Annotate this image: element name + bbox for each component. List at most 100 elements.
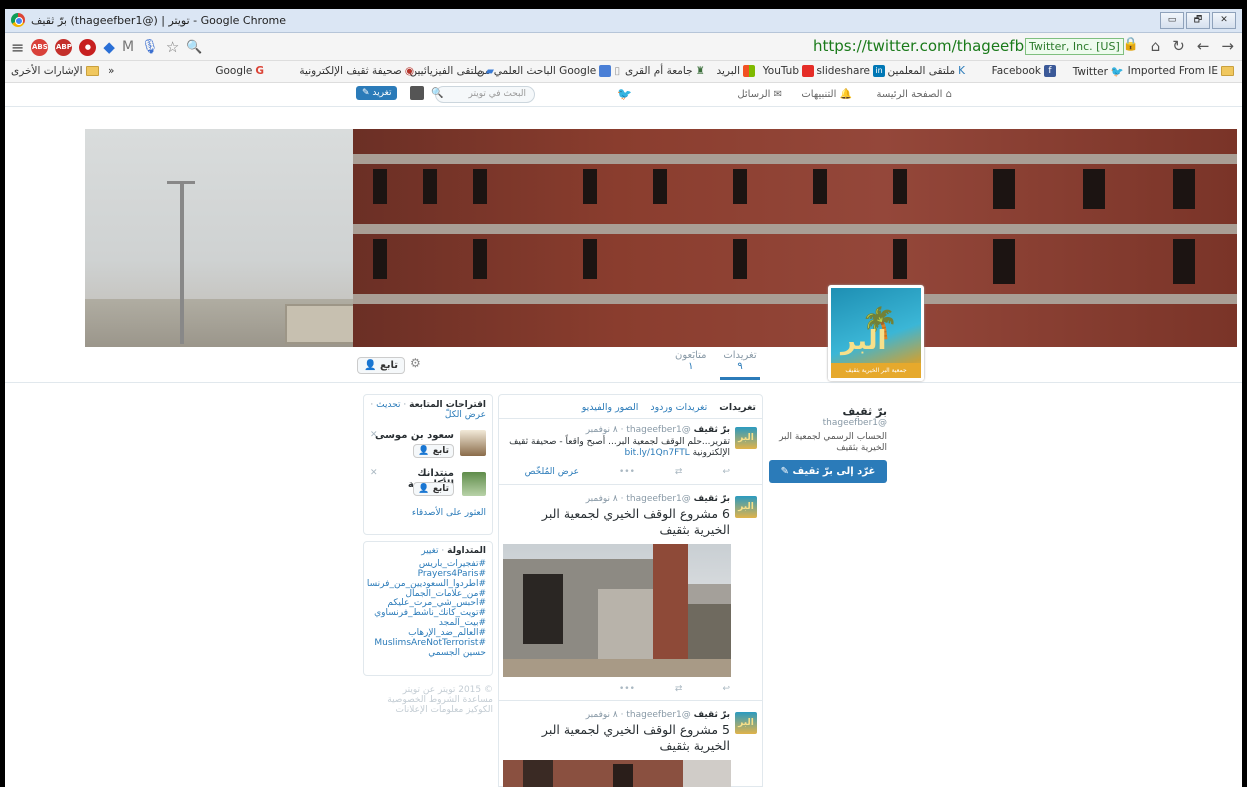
tweet-button[interactable]: تغريد ✎ bbox=[356, 86, 398, 100]
tweet-author[interactable]: برّ ثقيف bbox=[694, 710, 730, 720]
profile-name[interactable]: برّ ثقيف bbox=[769, 405, 887, 418]
twitter-logo-icon[interactable]: 🐦 bbox=[617, 87, 632, 101]
close-button[interactable]: ✕ bbox=[1212, 12, 1236, 29]
adblock-plus-icon[interactable]: ABP bbox=[55, 38, 73, 56]
tweet-avatar[interactable]: البر bbox=[735, 712, 757, 734]
tweet-photo[interactable] bbox=[503, 760, 731, 787]
find-friends-link[interactable]: العثور على الأصدقاء bbox=[370, 508, 486, 518]
bookmark-physics[interactable]: ملتقى الفيزيائيين ▰ bbox=[409, 65, 494, 77]
nav-notifications-label: التنبيهات bbox=[801, 89, 837, 100]
building-window bbox=[473, 169, 487, 204]
bookmark-slideshare[interactable]: slideshare in bbox=[816, 65, 885, 77]
tweet-avatar[interactable]: البر bbox=[735, 427, 757, 449]
bookmark-umm-alqura[interactable]: جامعة أم القرى ♜ bbox=[625, 65, 705, 77]
nav-home[interactable]: ⌂ الصفحة الرئيسة bbox=[876, 89, 952, 100]
bookmark-youtube[interactable]: YouTub bbox=[763, 65, 814, 77]
tweet-header: برّ ثقيف @thageefber1 · ٨ نوفمبر bbox=[585, 425, 730, 435]
tweet-handle[interactable]: @thageefber1 bbox=[626, 494, 690, 504]
tweet-avatar[interactable]: البر bbox=[735, 496, 757, 518]
mail-checker-icon[interactable]: M bbox=[122, 39, 134, 55]
view-summary-link[interactable]: عرض المُلخّص bbox=[525, 467, 579, 477]
bookmark-thaqif[interactable]: صحيفة ثقيف الإلكترونية ◉ bbox=[299, 65, 414, 77]
back-icon[interactable]: ← bbox=[1197, 37, 1210, 55]
tweet-to-label: غرّد إلى برّ ثقيف bbox=[792, 465, 876, 477]
maximize-button[interactable]: 🗗 bbox=[1186, 12, 1210, 29]
tweet-author[interactable]: برّ ثقيف bbox=[694, 494, 730, 504]
reply-icon[interactable]: ↩ bbox=[722, 684, 730, 694]
tweet-link[interactable]: bit.ly/1Qn7FTL bbox=[624, 448, 689, 458]
profile-avatar[interactable]: 🌴 البر جمعية البر الخيرية بثقيف bbox=[828, 285, 924, 381]
building-window bbox=[583, 239, 597, 279]
gear-icon[interactable]: ⚙ bbox=[410, 356, 421, 370]
user-avatar[interactable] bbox=[410, 86, 424, 100]
wtf-follow-button[interactable]: تابع 👤 bbox=[413, 444, 454, 458]
tweet-date[interactable]: ٨ نوفمبر bbox=[586, 494, 618, 504]
bookmark-twitter[interactable]: Twitter 🐦 bbox=[1073, 65, 1124, 79]
more-icon[interactable]: ••• bbox=[619, 467, 635, 477]
diamond-extension-icon[interactable]: ◆ bbox=[103, 38, 115, 56]
wtf-avatar[interactable] bbox=[460, 430, 486, 456]
search-icon[interactable]: 🔍 bbox=[431, 88, 443, 99]
nav-messages[interactable]: ✉ الرسائل bbox=[737, 89, 782, 100]
bookmark-imported[interactable]: Imported From IE bbox=[1128, 65, 1234, 77]
trend-item[interactable]: حسين الجسمي bbox=[370, 648, 486, 659]
wtf-avatar[interactable] bbox=[462, 472, 486, 496]
bookmark-teachers[interactable]: ملتقى المعلمين K bbox=[887, 65, 965, 77]
wtf-refresh-link[interactable]: تحديث bbox=[376, 400, 400, 410]
bookmark-facebook[interactable]: Facebook f bbox=[992, 65, 1056, 77]
footer-line[interactable]: الكوكيز معلومات الإعلانات bbox=[363, 705, 493, 716]
wtf-user[interactable]: منتدانك الأكاديمية ✕ تابع 👤 bbox=[370, 468, 486, 502]
tweet-date[interactable]: ٨ نوفمبر bbox=[586, 425, 618, 435]
nav-notifications[interactable]: 🔔 التنبيهات bbox=[801, 89, 852, 100]
bookmark-more[interactable]: » bbox=[108, 65, 114, 77]
follow-button[interactable]: تابع 👤 bbox=[357, 357, 406, 374]
stat-tweets[interactable]: تغريدات ٩ bbox=[720, 350, 760, 380]
physics-icon: ▰ bbox=[485, 65, 494, 77]
profile-handle[interactable]: @thageefber1 bbox=[769, 418, 887, 428]
forward-icon[interactable]: → bbox=[1221, 37, 1234, 55]
trends-change-link[interactable]: تغيير bbox=[421, 546, 438, 556]
tweet-author[interactable]: برّ ثقيف bbox=[694, 425, 730, 435]
bookmark-imported-label: Imported From IE bbox=[1127, 65, 1218, 77]
tweet-to-button[interactable]: غرّد إلى برّ ثقيف ✎ bbox=[769, 459, 887, 483]
wtf-view-all-link[interactable]: عرض الكلّ bbox=[445, 410, 486, 420]
home-icon[interactable]: ⌂ bbox=[1151, 37, 1161, 55]
minimize-button[interactable]: ▭ bbox=[1160, 12, 1184, 29]
wtf-follow-button[interactable]: تابع 👤 bbox=[413, 482, 454, 496]
microphone-icon[interactable]: 🎙 bbox=[141, 39, 159, 55]
retweet-icon[interactable]: ⇄ bbox=[675, 467, 683, 477]
bookmark-researcher[interactable]: الباحث العلمي من Google ▯ bbox=[477, 65, 620, 77]
tweet-date[interactable]: ٨ نوفمبر bbox=[586, 710, 618, 720]
tweet-photo[interactable] bbox=[503, 544, 731, 677]
scholar-icon bbox=[599, 65, 612, 77]
address-bar[interactable]: https://twitter.com/thageefber1 bbox=[813, 37, 1049, 55]
menu-icon[interactable]: ≡ bbox=[11, 39, 24, 56]
tab-tweets[interactable]: تغريدات bbox=[719, 402, 756, 413]
tweet-header: برّ ثقيف @thageefber1 · ٨ نوفمبر bbox=[585, 710, 730, 720]
wtf-user[interactable]: سعود بن موسى ... ✕ تابع 👤 bbox=[370, 430, 486, 464]
bookmark-google[interactable]: Google G bbox=[215, 65, 264, 77]
stat-following[interactable]: متابَعون ١ bbox=[675, 350, 707, 372]
tweet-handle[interactable]: @thageefber1 bbox=[626, 425, 690, 435]
reply-icon[interactable]: ↩ bbox=[722, 467, 730, 477]
bookmark-other[interactable]: الإشارات الأخرى bbox=[11, 65, 99, 77]
tweet-handle[interactable]: @thageefber1 bbox=[626, 710, 690, 720]
dismiss-icon[interactable]: ✕ bbox=[370, 430, 378, 440]
abs-extension-icon[interactable]: ABS bbox=[31, 38, 49, 56]
search-input[interactable]: البحث في تويتر bbox=[435, 86, 535, 103]
reload-icon[interactable]: ↻ bbox=[1172, 37, 1185, 55]
tab-tweets-replies[interactable]: تغريدات وردود bbox=[650, 402, 707, 413]
tweet-item[interactable]: البر برّ ثقيف @thageefber1 · ٨ نوفمبر تق… bbox=[499, 419, 762, 485]
more-icon[interactable]: ••• bbox=[619, 684, 635, 694]
ev-certificate-badge[interactable]: Twitter, Inc. [US] bbox=[1025, 38, 1124, 55]
dismiss-icon[interactable]: ✕ bbox=[370, 468, 378, 478]
wtf-follow-label: تابع bbox=[432, 484, 449, 494]
stop-extension-icon[interactable]: ● bbox=[79, 38, 97, 56]
retweet-icon[interactable]: ⇄ bbox=[675, 684, 683, 694]
bookmark-slideshare-label: slideshare bbox=[816, 65, 870, 77]
bookmark-mail[interactable]: البريد bbox=[716, 65, 755, 77]
bookmark-star-icon[interactable]: ☆ bbox=[166, 38, 179, 56]
tweet-body: تقرير...حلم الوقف لجمعية البر... أصبح وا… bbox=[509, 437, 730, 458]
tab-media[interactable]: الصور والفيديو bbox=[582, 402, 639, 413]
building-window bbox=[373, 239, 387, 279]
